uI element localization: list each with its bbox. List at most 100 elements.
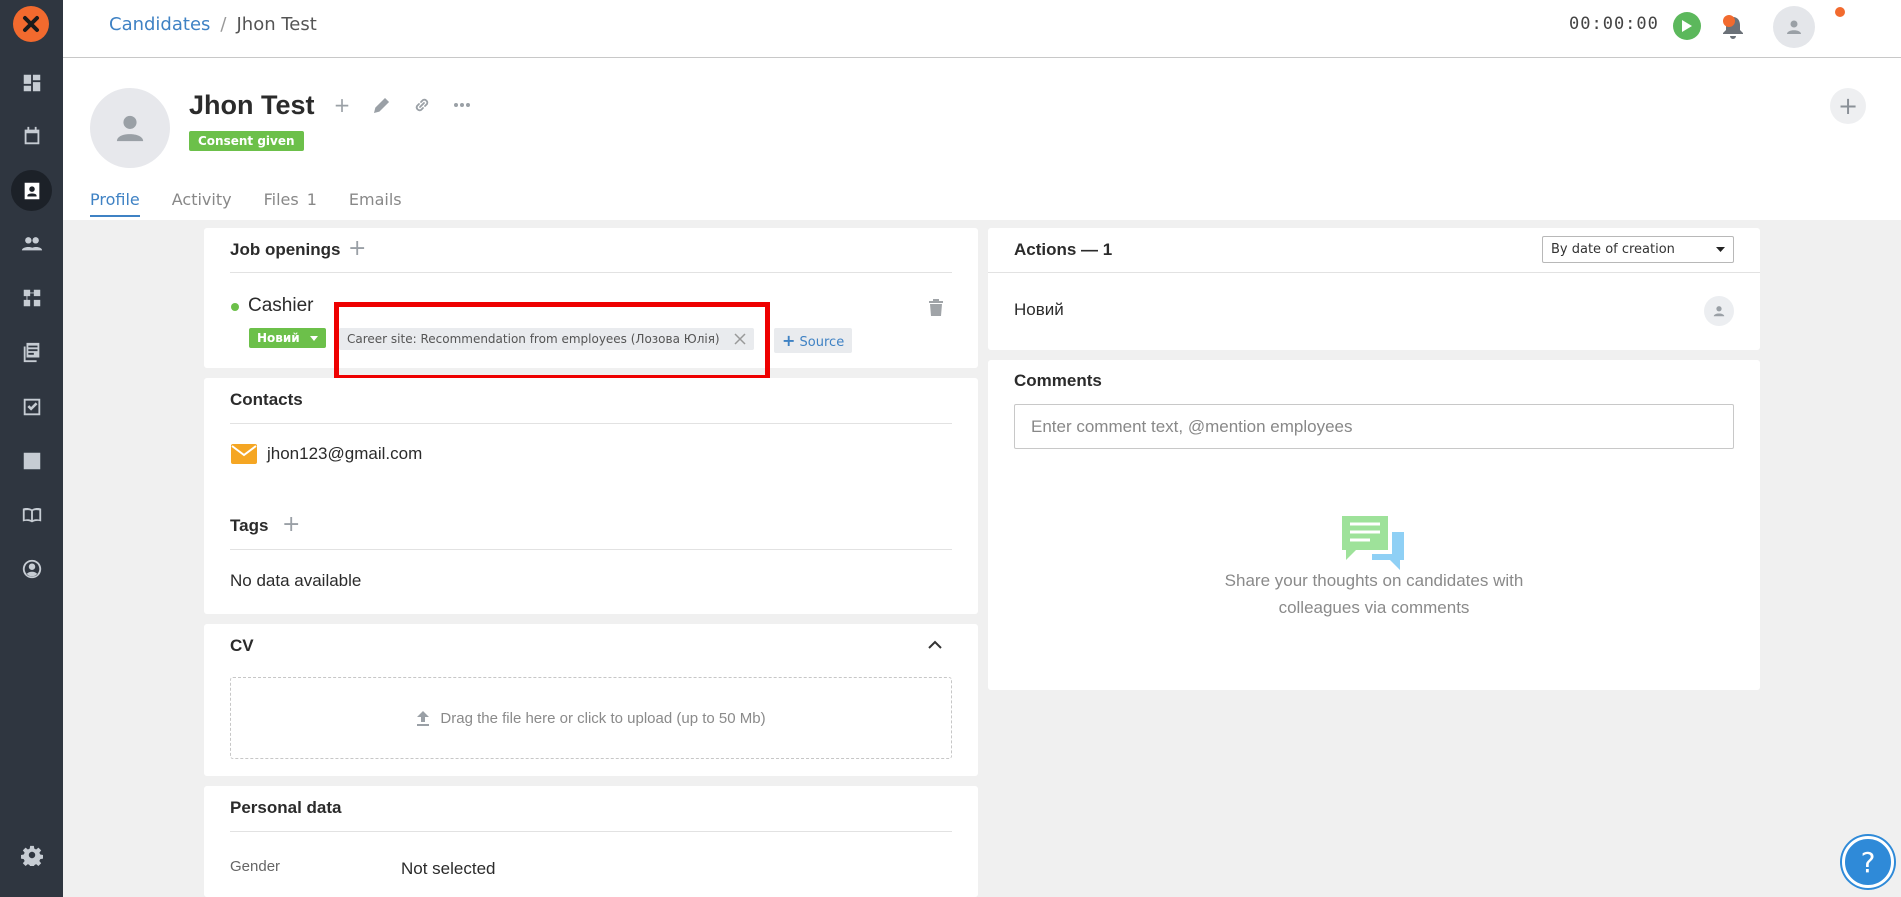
plus-icon: +	[782, 331, 796, 350]
gender-value[interactable]: Not selected	[401, 859, 496, 879]
status-dot	[231, 303, 239, 311]
upload-text: Drag the file here or click to upload (u…	[440, 709, 766, 727]
consent-badge: Consent given	[189, 131, 304, 151]
add-job-icon[interactable]: +	[348, 236, 366, 261]
sidebar-item-team[interactable]	[11, 223, 52, 264]
comments-chat-icon	[1342, 516, 1404, 570]
help-label: ?	[1860, 845, 1876, 879]
documents-icon	[23, 342, 39, 362]
timer-play-button[interactable]	[1673, 12, 1701, 40]
cv-title: CV	[230, 636, 254, 655]
tab-emails[interactable]: Emails	[349, 190, 402, 217]
more-options-icon[interactable]	[451, 94, 473, 116]
add-source-label: Source	[799, 335, 845, 350]
highlight-box	[334, 302, 770, 380]
tab-activity[interactable]: Activity	[172, 190, 232, 217]
comment-input[interactable]	[1014, 404, 1734, 449]
upload-icon	[417, 711, 430, 726]
personal-data-card: Personal data Gender Not selected	[204, 786, 978, 897]
notification-badge	[1723, 15, 1735, 27]
breadcrumb-candidates-link[interactable]: Candidates	[109, 14, 210, 35]
job-name[interactable]: Cashier	[248, 295, 313, 317]
sidebar-item-dashboard[interactable]	[11, 62, 52, 103]
user-icon	[1787, 20, 1801, 34]
tab-count: 1	[306, 190, 317, 209]
add-source-button[interactable]: + Source	[774, 328, 853, 353]
user-icon	[116, 115, 144, 142]
candidate-header: Jhon Test + Consent given + Profile Acti…	[63, 58, 1901, 220]
sidebar-item-candidates[interactable]	[11, 170, 52, 211]
timer-display: 00:00:00	[1569, 14, 1659, 34]
chevron-down-icon	[1716, 247, 1725, 252]
add-tag-icon[interactable]: +	[282, 512, 300, 537]
candidate-name: Jhon Test	[189, 90, 315, 120]
personal-data-title: Personal data	[230, 798, 342, 817]
sidebar-item-tasks[interactable]	[11, 386, 52, 427]
sidebar-item-pipeline[interactable]	[11, 277, 52, 318]
add-icon[interactable]: +	[331, 93, 353, 117]
stage-dropdown[interactable]: Новий	[249, 328, 326, 348]
checkbox-icon	[23, 398, 40, 415]
comments-card: Comments Share your thoughts on candidat…	[988, 360, 1760, 690]
gear-icon	[20, 845, 43, 866]
tab-label: Profile	[90, 190, 140, 209]
profile-tabs: Profile Activity Files 1 Emails	[90, 190, 402, 217]
sidebar-item-reports[interactable]	[11, 440, 52, 481]
user-avatar[interactable]	[1773, 6, 1815, 48]
tags-empty: No data available	[230, 571, 362, 590]
assignee-avatar[interactable]	[1704, 296, 1734, 326]
email-value[interactable]: jhon123@gmail.com	[267, 444, 422, 464]
sidebar-item-calendar[interactable]	[11, 115, 52, 156]
candidate-actions: +	[331, 93, 473, 117]
close-x-logo-icon	[23, 16, 39, 32]
breadcrumb-separator: /	[220, 14, 227, 35]
sidebar-item-settings[interactable]	[11, 834, 52, 875]
chart-icon	[23, 452, 40, 469]
gender-label: Gender	[230, 858, 281, 875]
stage-label: Новий	[257, 331, 300, 345]
divider	[988, 272, 1760, 273]
email-envelope-icon	[231, 444, 257, 464]
app-logo[interactable]	[13, 6, 49, 42]
candidate-avatar[interactable]	[90, 88, 170, 168]
actions-title: Actions — 1	[1014, 240, 1113, 259]
sort-value: By date of creation	[1551, 242, 1675, 257]
breadcrumb-current: Jhon Test	[236, 14, 317, 35]
book-icon	[22, 507, 41, 522]
sidebar	[0, 0, 63, 897]
sidebar-item-knowledge[interactable]	[11, 494, 52, 535]
cv-card: CV Drag the file here or click to upload…	[204, 624, 978, 776]
play-icon	[1682, 20, 1692, 32]
comments-empty-line1: Share your thoughts on candidates with	[1224, 571, 1524, 590]
tab-files[interactable]: Files 1	[264, 190, 317, 217]
action-item[interactable]: Новий	[1014, 300, 1064, 320]
trash-icon[interactable]	[928, 298, 944, 316]
sidebar-item-profile[interactable]	[11, 548, 52, 589]
cv-upload-dropzone[interactable]: Drag the file here or click to upload (u…	[230, 677, 952, 759]
tab-profile[interactable]: Profile	[90, 190, 140, 217]
edit-pencil-icon[interactable]	[371, 94, 393, 116]
job-openings-title: Job openings	[230, 240, 341, 259]
actions-card: Actions — 1 By date of creation Новий	[988, 228, 1760, 350]
contacts-card: Contacts jhon123@gmail.com Tags + No dat…	[204, 378, 978, 614]
account-circle-icon	[22, 559, 41, 578]
sidebar-item-vacancies[interactable]	[11, 331, 52, 372]
add-button[interactable]: +	[1830, 88, 1866, 124]
help-button[interactable]: ?	[1842, 836, 1894, 888]
divider	[230, 423, 952, 424]
tab-label: Files	[263, 190, 299, 209]
tab-label: Emails	[348, 190, 402, 209]
comments-empty-line2: colleagues via comments	[1278, 598, 1470, 617]
chevron-up-icon[interactable]	[928, 640, 942, 650]
breadcrumb: Candidates / Jhon Test	[109, 14, 317, 35]
tags-title: Tags	[230, 516, 269, 535]
comments-empty-text: Share your thoughts on candidates with c…	[988, 567, 1760, 621]
link-icon[interactable]	[411, 94, 433, 116]
sort-select[interactable]: By date of creation	[1542, 236, 1734, 263]
calendar-icon	[24, 126, 39, 144]
chevron-down-icon	[309, 335, 318, 341]
comments-title: Comments	[1014, 371, 1102, 390]
contacts-title: Contacts	[230, 390, 303, 409]
divider	[230, 549, 952, 550]
candidates-icon	[24, 182, 39, 199]
